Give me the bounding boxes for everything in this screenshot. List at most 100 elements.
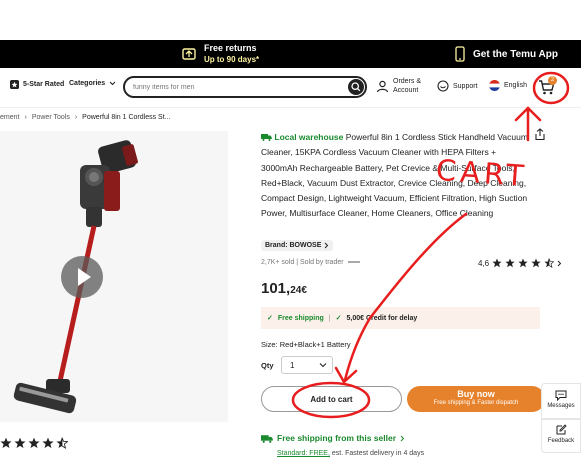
brand-link[interactable]: Brand: BOWOSE: [261, 240, 334, 251]
free-shipping-label: Free shipping: [277, 314, 324, 322]
feedback-widget[interactable]: Feedback: [541, 419, 581, 453]
half-star-icon: [544, 258, 555, 268]
star-icon: [0, 437, 12, 449]
get-app-label: Get the Temu App: [473, 48, 558, 60]
free-returns-subtitle: Up to 90 days*: [204, 55, 260, 64]
play-video-button[interactable]: [61, 256, 103, 298]
cart-handwritten-label: CART: [434, 152, 529, 194]
local-warehouse-label: Local warehouse: [274, 132, 344, 142]
chevron-right-icon: [557, 260, 562, 266]
breadcrumb-separator: ›: [24, 114, 27, 121]
free-returns-promo[interactable]: Free returns Up to 90 days*: [182, 43, 259, 65]
product-image[interactable]: [0, 131, 228, 422]
account-label: Account: [393, 87, 419, 94]
five-star-rated-label: 5-Star Rated: [23, 81, 65, 88]
product-rating[interactable]: 4,6: [478, 258, 562, 268]
star-icon: [518, 258, 528, 268]
review-stars: [0, 437, 68, 449]
long-arrow-annotation: [343, 212, 468, 382]
vacuum-image: [13, 140, 138, 414]
delay-credit-label: 5,00€ Credit for delay: [346, 314, 418, 322]
support-icon: [437, 80, 449, 92]
chevron-right-icon: [400, 435, 405, 441]
cart-button[interactable]: 2: [537, 76, 557, 96]
search-bar[interactable]: [123, 76, 367, 98]
free-returns-title: Free returns: [204, 43, 257, 53]
star-badge-icon: [10, 80, 19, 89]
star-icon: [42, 437, 54, 449]
quantity-select[interactable]: 1: [281, 356, 333, 374]
breadcrumb-current: Powerful 8in 1 Cordless St...: [82, 114, 171, 121]
chat-icon: [555, 390, 567, 402]
shipping-info-box[interactable]: ✓ Free shipping | ✓ 5,00€ Credit for del…: [261, 307, 540, 329]
language-selector[interactable]: English: [489, 80, 527, 91]
breadcrumb-separator: ›: [74, 114, 78, 121]
star-icon: [505, 258, 515, 268]
truck-icon: [261, 134, 272, 141]
check-icon: ✓: [335, 315, 342, 322]
promo-banner: Free returns Up to 90 days* Get the Temu…: [0, 40, 581, 68]
support-link[interactable]: Support: [437, 80, 478, 92]
size-selection: Size: Red+Black+1 Battery: [261, 340, 351, 349]
breadcrumb-item[interactable]: ement: [0, 114, 19, 121]
user-icon: [376, 80, 389, 92]
price-fraction: 24€: [290, 285, 307, 296]
play-icon: [78, 268, 91, 286]
star-icon: [492, 258, 502, 268]
categories-menu[interactable]: Categories: [69, 80, 116, 87]
flag-icon: [489, 80, 500, 91]
quantity-value: 1: [290, 360, 295, 370]
truck-icon: [261, 434, 273, 443]
edit-icon: [556, 424, 567, 435]
buy-now-label: Buy now: [457, 389, 495, 399]
search-button[interactable]: [348, 79, 364, 95]
star-icon: [28, 437, 40, 449]
product-page: Free returns Up to 90 days* Get the Temu…: [0, 0, 581, 460]
share-button[interactable]: [534, 128, 546, 146]
add-to-cart-button[interactable]: Add to cart: [261, 386, 402, 412]
five-star-rated-link[interactable]: 5-Star Rated: [10, 80, 64, 89]
price-main: 101,: [261, 280, 291, 297]
share-icon: [535, 128, 545, 141]
half-star-icon: [56, 437, 68, 449]
support-label: Support: [453, 82, 478, 90]
chevron-down-icon: [319, 363, 327, 368]
star-icon: [14, 437, 26, 449]
categories-label: Categories: [69, 80, 106, 87]
product-price: 101,24€: [261, 280, 307, 297]
breadcrumb-item[interactable]: Power Tools: [32, 114, 70, 121]
qty-label: Qty: [261, 361, 274, 370]
seller-redacted: [347, 261, 360, 264]
buy-now-sublabel: Free shipping & Faster dispatch: [433, 400, 519, 406]
get-app-link[interactable]: Get the Temu App: [455, 46, 558, 62]
free-shipping-seller-link[interactable]: Free shipping from this seller: [261, 433, 405, 443]
rating-value: 4,6: [478, 258, 490, 268]
site-header: 5-Star Rated Categories Orders & Account…: [0, 68, 581, 108]
standard-delivery-info: Standard: FREE, est. Fastest delivery in…: [277, 450, 424, 457]
returns-icon: [182, 48, 196, 60]
buy-now-button[interactable]: Buy now Free shipping & Faster dispatch: [407, 386, 545, 412]
sold-count: 2,7K+ sold | Sold by trader: [261, 259, 344, 266]
breadcrumb: ement › Power Tools › Powerful 8in 1 Cor…: [0, 114, 171, 121]
orders-account-link[interactable]: Orders & Account: [376, 77, 421, 95]
cart-count-badge: 2: [548, 76, 557, 85]
star-icon: [531, 258, 541, 268]
standard-free-label: Standard: FREE,: [277, 450, 330, 457]
language-label: English: [504, 82, 527, 89]
search-icon: [351, 82, 361, 92]
sold-info: 2,7K+ sold | Sold by trader: [261, 259, 360, 266]
divider: |: [328, 314, 331, 322]
messages-label: Messages: [547, 403, 575, 409]
delivery-estimate: est. Fastest delivery in 4 days: [329, 450, 425, 457]
check-icon: ✓: [267, 315, 273, 322]
brand-label: Brand: BOWOSE: [265, 242, 322, 249]
feedback-label: Feedback: [547, 438, 575, 444]
chevron-right-icon: [325, 242, 329, 249]
free-shipping-seller-label: Free shipping from this seller: [277, 433, 397, 443]
arrowhead-annotation: [334, 366, 358, 384]
search-input[interactable]: [133, 81, 333, 93]
chevron-down-icon: [109, 81, 116, 86]
phone-icon: [455, 46, 465, 62]
messages-widget[interactable]: Messages: [541, 383, 581, 419]
orders-label: Orders &: [393, 78, 422, 85]
